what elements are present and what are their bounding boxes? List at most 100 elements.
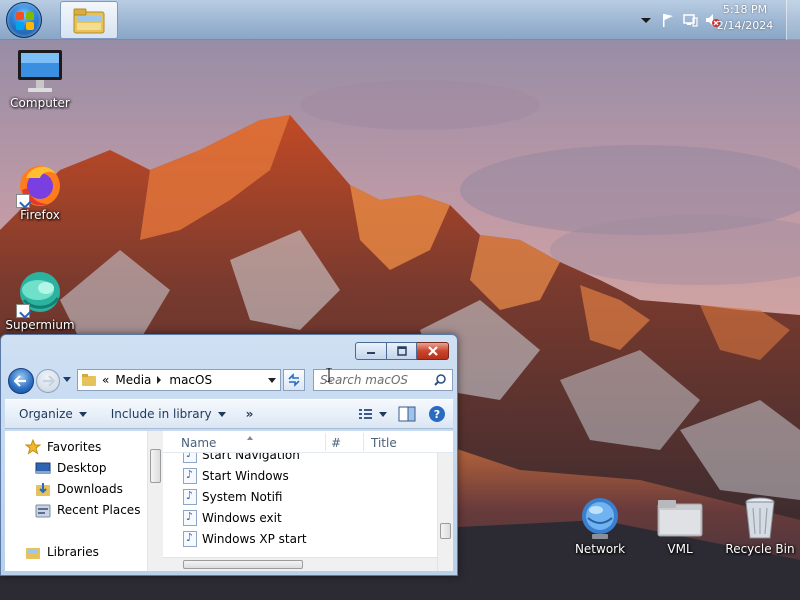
- svg-text:?: ?: [434, 408, 440, 421]
- back-button[interactable]: [8, 368, 34, 394]
- preview-pane-icon: [398, 406, 416, 422]
- firefox-icon: [16, 160, 64, 208]
- help-icon: ?: [429, 406, 445, 422]
- nav-recent-places-label: Recent Places: [57, 503, 141, 517]
- desktop-icon-recycle-bin[interactable]: Recycle Bin: [720, 494, 800, 556]
- help-button[interactable]: ?: [427, 404, 449, 424]
- desktop-icon: [35, 462, 51, 474]
- nav-downloads-label: Downloads: [57, 482, 123, 496]
- more-commands-button[interactable]: »: [236, 407, 264, 421]
- start-button[interactable]: [6, 2, 42, 38]
- file-name: Start Windows: [202, 469, 289, 483]
- navigation-pane-scrollbar[interactable]: [147, 431, 163, 571]
- list-item[interactable]: Windows XP start: [183, 529, 307, 549]
- search-icon: [434, 374, 446, 386]
- folder-icon: [82, 374, 96, 386]
- list-item[interactable]: Start Windows: [183, 466, 289, 486]
- action-center-flag-icon[interactable]: [660, 12, 676, 28]
- downloads-folder-icon: [36, 483, 50, 496]
- desktop-icon-label: VML: [667, 542, 693, 556]
- include-label: Include in library: [110, 407, 212, 421]
- breadcrumb-media[interactable]: Media: [115, 373, 151, 387]
- desktop-icon-computer[interactable]: Computer: [0, 48, 80, 110]
- audio-file-icon: [183, 531, 197, 547]
- taskbar-clock[interactable]: 5:18 PM 2/14/2024: [710, 2, 780, 34]
- arrow-left-icon: [14, 375, 26, 387]
- column-header-title[interactable]: Title: [371, 436, 397, 450]
- desktop-icon-vml[interactable]: VML: [640, 494, 720, 556]
- minimize-button[interactable]: [355, 342, 387, 360]
- desktop-icon-firefox[interactable]: Firefox: [0, 160, 80, 222]
- nav-desktop[interactable]: Desktop: [35, 460, 107, 476]
- file-name: Windows XP start: [202, 532, 307, 546]
- desktop-icon-network[interactable]: Network: [560, 494, 640, 556]
- maximize-icon: [396, 346, 407, 356]
- view-controls: ?: [353, 400, 453, 428]
- window-caption-buttons: [355, 342, 449, 360]
- text-cursor-icon: [326, 368, 332, 382]
- recycle-bin-icon: [736, 494, 784, 542]
- close-button[interactable]: [417, 342, 449, 360]
- breadcrumb-macos[interactable]: macOS: [169, 373, 212, 387]
- taskbar-explorer-button[interactable]: [60, 1, 118, 39]
- maximize-button[interactable]: [387, 342, 417, 360]
- audio-file-icon: [183, 468, 197, 484]
- list-item[interactable]: Windows exit: [183, 508, 282, 528]
- forward-button[interactable]: [36, 369, 60, 393]
- network-icon[interactable]: [682, 12, 698, 28]
- details-view-icon: [359, 409, 387, 419]
- desktop-icon-supermium[interactable]: Supermium: [0, 270, 80, 332]
- nav-favorites[interactable]: Favorites: [25, 439, 101, 455]
- nav-libraries[interactable]: Libraries: [25, 544, 99, 560]
- shortcut-arrow-icon: [16, 304, 30, 318]
- clock-date: 2/14/2024: [716, 19, 774, 32]
- nav-libraries-label: Libraries: [47, 545, 99, 559]
- nav-favorites-label: Favorites: [47, 440, 102, 454]
- chevron-down-icon: [217, 411, 226, 417]
- nav-recent-places[interactable]: Recent Places: [35, 502, 140, 518]
- address-bar[interactable]: « Media macOS: [77, 369, 281, 391]
- scrollbar-thumb[interactable]: [150, 449, 161, 483]
- refresh-icon: [288, 373, 300, 387]
- include-in-library-button[interactable]: Include in library: [97, 400, 236, 428]
- column-header-name[interactable]: Name: [181, 436, 216, 450]
- file-name: System Notifi: [202, 490, 283, 504]
- explorer-window[interactable]: « Media macOS Search macOS Organize Incl…: [0, 334, 458, 576]
- nav-desktop-label: Desktop: [57, 461, 107, 475]
- tray-overflow-arrow-icon[interactable]: [638, 12, 654, 28]
- windows-logo-icon: [16, 12, 34, 30]
- supermium-icon: [16, 270, 64, 318]
- column-headers-overlay: Name # Title: [163, 431, 453, 453]
- chevron-down-icon: [78, 411, 87, 417]
- file-name: Windows exit: [202, 511, 282, 525]
- shortcut-arrow-icon: [16, 194, 30, 208]
- organize-button[interactable]: Organize: [5, 400, 97, 428]
- libraries-icon: [26, 548, 40, 559]
- desktop-icon-label: Supermium: [5, 318, 75, 332]
- preview-pane-button[interactable]: [397, 404, 419, 424]
- desktop-icon-label: Firefox: [20, 208, 60, 222]
- refresh-button[interactable]: [283, 369, 305, 391]
- audio-file-icon: [183, 489, 197, 505]
- address-dropdown-icon[interactable]: [268, 378, 276, 383]
- breadcrumb-overflow[interactable]: «: [102, 373, 109, 387]
- scrollbar-thumb[interactable]: [440, 523, 451, 539]
- show-desktop-button[interactable]: [786, 0, 800, 40]
- sort-ascending-icon: [247, 436, 253, 440]
- change-view-button[interactable]: [357, 404, 387, 424]
- folder-icon: [656, 494, 704, 542]
- search-input[interactable]: Search macOS: [313, 369, 453, 391]
- breadcrumb-chevron-icon[interactable]: [157, 376, 162, 384]
- command-bar: Organize Include in library » ?: [5, 399, 453, 429]
- close-icon: [427, 346, 438, 356]
- column-header-number[interactable]: #: [331, 436, 341, 450]
- network-globe-icon: [576, 494, 624, 542]
- nav-downloads[interactable]: Downloads: [35, 481, 123, 497]
- scrollbar-thumb[interactable]: [183, 560, 303, 569]
- recent-places-icon: [35, 504, 51, 518]
- recent-pages-dropdown[interactable]: [63, 377, 71, 382]
- list-item[interactable]: System Notifi: [183, 487, 282, 507]
- folder-library-icon: [73, 8, 105, 34]
- file-list-horizontal-scrollbar[interactable]: [163, 557, 437, 571]
- file-list-vertical-scrollbar[interactable]: [437, 453, 453, 571]
